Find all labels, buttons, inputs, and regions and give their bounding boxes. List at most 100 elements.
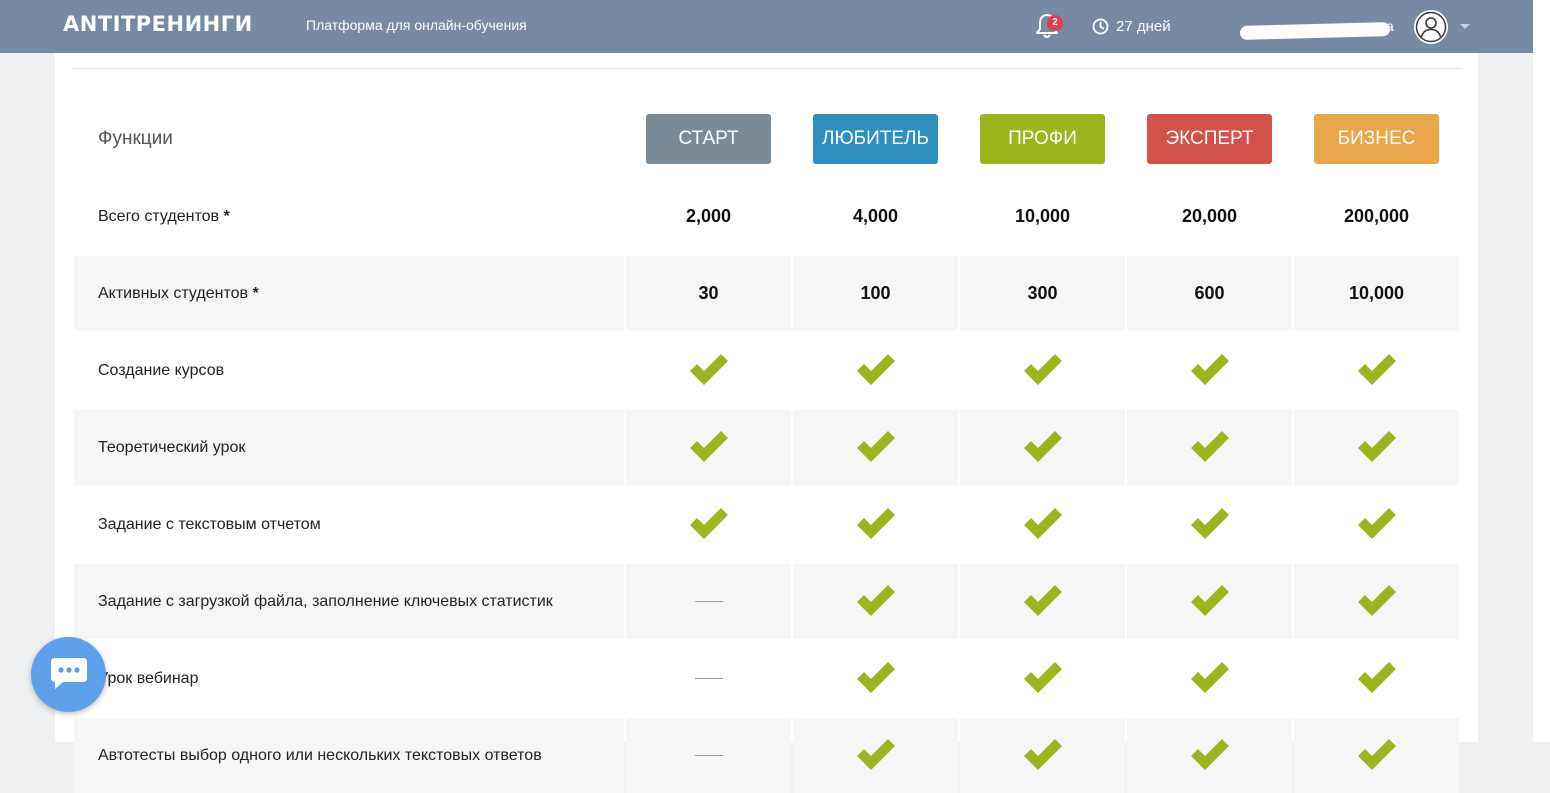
checkmark-icon bbox=[855, 584, 897, 618]
plan-limit-value: 4,000 bbox=[852, 206, 899, 226]
checkmark-icon bbox=[1189, 584, 1231, 618]
scrollbar-track[interactable] bbox=[1533, 0, 1550, 742]
plan-value-cell bbox=[1127, 487, 1292, 562]
plan-value-cell bbox=[960, 564, 1125, 639]
plan-value-cell bbox=[1294, 641, 1459, 716]
plan-value-cell: 30 bbox=[626, 256, 791, 331]
checkmark-icon bbox=[1356, 353, 1398, 387]
chat-bubble-icon bbox=[51, 658, 87, 689]
row-label-cell: Всего студентов * bbox=[74, 179, 624, 254]
plan-value-cell bbox=[1127, 333, 1292, 408]
subscription-days-left[interactable]: 27 дней bbox=[1116, 18, 1171, 35]
plan-limit-value: 200,000 bbox=[1343, 206, 1410, 226]
feature-name: Задание с текстовым отчетом bbox=[98, 487, 321, 562]
plan-header-5[interactable]: БИЗНЕС bbox=[1314, 114, 1439, 164]
checkmark-icon bbox=[1022, 584, 1064, 618]
plan-value-cell: 10,000 bbox=[1294, 256, 1459, 331]
feature-name: Всего студентов * bbox=[98, 179, 230, 254]
plan-value-cell bbox=[626, 410, 791, 485]
plan-value-cell: 100 bbox=[793, 256, 958, 331]
plan-value-cell bbox=[793, 487, 958, 562]
plan-value-cell: 300 bbox=[960, 256, 1125, 331]
checkmark-icon bbox=[1022, 661, 1064, 695]
user-avatar-icon[interactable] bbox=[1413, 9, 1449, 45]
user-name-text[interactable]: а bbox=[1386, 18, 1394, 34]
feature-name-text: Урок вебинар bbox=[98, 670, 199, 687]
feature-name-text: Активных студентов bbox=[98, 285, 248, 302]
plan-value-cell bbox=[1294, 333, 1459, 408]
plan-header-3[interactable]: ПРОФИ bbox=[980, 114, 1105, 164]
plan-value-cell bbox=[626, 718, 791, 793]
plan-value-cell bbox=[960, 333, 1125, 408]
row-label-cell: Автотесты выбор одного или нескольких те… bbox=[74, 718, 624, 793]
checkmark-icon bbox=[1022, 507, 1064, 541]
feature-name-text: Всего студентов bbox=[98, 208, 219, 225]
checkmark-icon bbox=[688, 430, 730, 464]
plan-value-cell bbox=[1294, 410, 1459, 485]
table-row: Всего студентов * 2,000 4,000 10,000 20,000 2… bbox=[74, 179, 1460, 254]
feature-name: Активных студентов * bbox=[98, 256, 259, 331]
checkmark-icon bbox=[855, 353, 897, 387]
plan-value-cell bbox=[793, 641, 958, 716]
plan-value-cell bbox=[626, 564, 791, 639]
plan-limit-value: 10,000 bbox=[1014, 206, 1071, 226]
plan-value-cell bbox=[1127, 641, 1292, 716]
plan-header-2[interactable]: ЛЮБИТЕЛЬ bbox=[813, 114, 938, 164]
plan-limit-value: 300 bbox=[1027, 283, 1058, 303]
feature-name-text: Задание с текстовым отчетом bbox=[98, 516, 321, 533]
redacted-user-name bbox=[1239, 22, 1391, 40]
plan-value-cell: 200,000 bbox=[1294, 179, 1459, 254]
plan-value-cell bbox=[793, 333, 958, 408]
checkmark-icon bbox=[1022, 430, 1064, 464]
plan-value-cell bbox=[626, 333, 791, 408]
plan-value-cell bbox=[793, 410, 958, 485]
section-divider bbox=[72, 68, 1462, 69]
plan-value-cell bbox=[793, 564, 958, 639]
checkmark-icon bbox=[1356, 507, 1398, 541]
checkmark-icon bbox=[1189, 738, 1231, 772]
plan-limit-value: 600 bbox=[1194, 283, 1225, 303]
clock-icon bbox=[1092, 18, 1109, 35]
row-label-cell: Задание с текстовым отчетом bbox=[74, 487, 624, 562]
row-label-cell: Теоретический урок bbox=[74, 410, 624, 485]
footnote-star: * bbox=[252, 285, 259, 302]
plan-limit-value: 10,000 bbox=[1348, 283, 1405, 303]
plan-value-cell: 4,000 bbox=[793, 179, 958, 254]
checkmark-icon bbox=[1356, 661, 1398, 695]
plan-limit-value: 100 bbox=[860, 283, 891, 303]
top-navigation-bar: ANTITРЕНИНГИ Платформа для онлайн-обучен… bbox=[0, 0, 1533, 53]
feature-name: Создание курсов bbox=[98, 333, 224, 408]
brand-logo[interactable]: ANTITРЕНИНГИ bbox=[63, 12, 253, 36]
row-label-cell: Урок вебинар bbox=[74, 641, 624, 716]
checkmark-icon bbox=[1189, 353, 1231, 387]
checkmark-icon bbox=[855, 661, 897, 695]
plan-value-cell: 10,000 bbox=[960, 179, 1125, 254]
table-row: Автотесты выбор одного или нескольких те… bbox=[74, 718, 1460, 793]
checkmark-icon bbox=[855, 738, 897, 772]
feature-name: Задание с загрузкой файла, заполнение кл… bbox=[98, 564, 553, 639]
features-column-header: Функции bbox=[98, 128, 173, 149]
chat-widget-button[interactable] bbox=[31, 637, 106, 712]
checkmark-icon bbox=[1356, 430, 1398, 464]
chevron-down-icon[interactable] bbox=[1459, 23, 1471, 31]
plan-value-cell bbox=[1294, 564, 1459, 639]
plan-limit-value: 30 bbox=[698, 283, 719, 303]
checkmark-icon bbox=[1189, 661, 1231, 695]
plan-value-cell bbox=[626, 641, 791, 716]
plan-header-4[interactable]: ЭКСПЕРТ bbox=[1147, 114, 1272, 164]
plan-header-1[interactable]: СТАРТ bbox=[646, 114, 771, 164]
table-row: Создание курсов bbox=[74, 333, 1460, 408]
checkmark-icon bbox=[688, 353, 730, 387]
table-row: Теоретический урок bbox=[74, 410, 1460, 485]
plan-value-cell bbox=[1294, 718, 1459, 793]
checkmark-icon bbox=[1189, 507, 1231, 541]
plan-value-cell bbox=[626, 487, 791, 562]
feature-name-text: Задание с загрузкой файла, заполнение кл… bbox=[98, 593, 553, 610]
plan-value-cell bbox=[1127, 564, 1292, 639]
row-label-cell: Активных студентов * bbox=[74, 256, 624, 331]
plan-limit-value: 2,000 bbox=[685, 206, 732, 226]
plan-value-cell bbox=[960, 410, 1125, 485]
table-row: Урок вебинар bbox=[74, 641, 1460, 716]
checkmark-icon bbox=[1356, 738, 1398, 772]
table-row: Задание с текстовым отчетом bbox=[74, 487, 1460, 562]
